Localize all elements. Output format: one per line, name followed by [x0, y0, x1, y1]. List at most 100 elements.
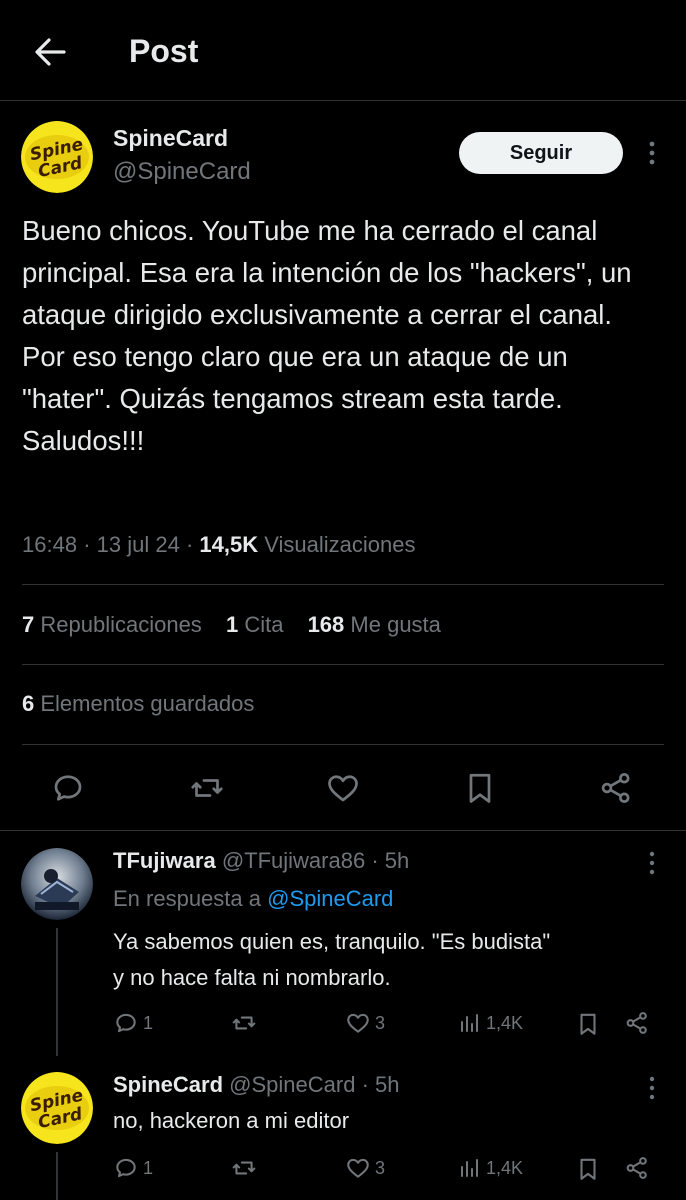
likes-count: 168 [307, 612, 345, 637]
reply-text-line: no, hackeron a mi editor [113, 1108, 350, 1133]
more-vertical-icon [649, 141, 655, 165]
reply-text: Ya sabemos quien es, tranquilo. "Es budi… [113, 924, 673, 996]
like-count: 3 [375, 1012, 386, 1033]
page-title: Post [129, 33, 199, 69]
likes-label: Me gusta [350, 612, 441, 637]
post-time[interactable]: 16:48 [22, 532, 77, 557]
divider [0, 830, 686, 831]
bookmarks-count: 6 [22, 691, 35, 716]
bookmarks-link[interactable]: 6 Elementos guardados [22, 691, 254, 716]
reply-bookmark-button[interactable] [575, 1155, 601, 1183]
arrow-left-icon [35, 38, 66, 66]
reply-bubble-icon [54, 775, 82, 801]
thread-line [56, 1152, 58, 1200]
reply-repost-button[interactable] [230, 1010, 258, 1036]
reply-share-button[interactable] [624, 1010, 650, 1036]
like-button[interactable] [323, 768, 363, 808]
reply-header: TFujiwara @TFujiwara86 · 5h [113, 848, 409, 874]
repost-icon [232, 1016, 256, 1030]
bar-chart-icon [461, 1014, 478, 1032]
reply-author-name[interactable]: TFujiwara [113, 848, 216, 873]
reposts-count: 7 [22, 612, 35, 637]
reply-count: 1 [143, 1012, 154, 1033]
reply-more-options-button[interactable] [640, 1073, 664, 1103]
bookmark-icon [580, 1013, 596, 1035]
bookmark-button[interactable] [460, 768, 500, 808]
reply-author-handle[interactable]: @TFujiwara86 [222, 848, 365, 873]
more-options-button[interactable] [640, 138, 664, 168]
reply-reply-button[interactable]: 1 [113, 1155, 153, 1181]
meta-separator: · [371, 848, 379, 873]
replying-mention-link[interactable]: @SpineCard [267, 886, 393, 911]
replying-to: En respuesta a @SpineCard [113, 886, 393, 912]
bookmark-stats: 6 Elementos guardados [22, 691, 272, 717]
heart-icon [347, 1158, 369, 1178]
author-handle[interactable]: @SpineCard [113, 158, 251, 186]
reply-more-options-button[interactable] [640, 848, 664, 878]
heart-icon [328, 775, 358, 802]
spinecard-logo: Spine Card [21, 121, 93, 193]
divider [22, 664, 664, 665]
share-icon [626, 1012, 647, 1034]
repost-icon [191, 779, 223, 797]
more-vertical-icon [649, 1076, 655, 1100]
divider [22, 584, 664, 585]
reply-repost-button[interactable] [230, 1155, 258, 1181]
reposts-label: Republicaciones [40, 612, 202, 637]
engagement-stats: 7 Republicaciones 1 Cita 168 Me gusta [22, 612, 459, 638]
view-count: 1,4K [486, 1157, 524, 1178]
reply-like-button[interactable]: 3 [345, 1155, 385, 1181]
bar-chart-icon [461, 1159, 478, 1177]
reply-like-button[interactable]: 3 [345, 1010, 385, 1036]
reposts-link[interactable]: 7 Republicaciones [22, 612, 202, 637]
view-count: 1,4K [486, 1012, 524, 1033]
tfujiwara-avatar-image [21, 848, 93, 920]
likes-link[interactable]: 168 Me gusta [308, 612, 441, 637]
meta-separator: · [83, 532, 97, 557]
heart-icon [347, 1013, 369, 1033]
reply-views-button[interactable]: 1,4K [458, 1010, 523, 1036]
thread-line [56, 928, 58, 1056]
bookmark-icon [469, 773, 491, 803]
meta-separator: · [361, 1072, 369, 1097]
quotes-link[interactable]: 1 Cita [226, 612, 284, 637]
bookmark-icon [580, 1158, 596, 1180]
more-vertical-icon [649, 851, 655, 875]
back-button[interactable] [30, 32, 70, 72]
divider [22, 744, 664, 745]
bookmarks-label: Elementos guardados [40, 691, 255, 716]
reply-time[interactable]: 5h [385, 848, 409, 873]
reply-text-line: y no hace falta ni nombrarlo. [113, 965, 391, 990]
reply-text: no, hackeron a mi editor [113, 1103, 673, 1139]
follow-button[interactable]: Seguir [459, 132, 623, 174]
repost-icon [232, 1161, 256, 1175]
views-label: Visualizaciones [264, 532, 416, 557]
post-text: Bueno chicos. YouTube me ha cerrado el c… [22, 215, 632, 456]
avatar[interactable]: Spine Card [21, 1072, 93, 1144]
reply-author-name[interactable]: SpineCard [113, 1072, 223, 1097]
share-icon [626, 1157, 647, 1179]
reply-share-button[interactable] [624, 1155, 650, 1181]
like-count: 3 [375, 1157, 386, 1178]
reply-author-handle[interactable]: @SpineCard [229, 1072, 355, 1097]
post-date[interactable]: 13 jul 24 [97, 532, 180, 557]
share-icon [601, 773, 630, 803]
author-name[interactable]: SpineCard [113, 125, 228, 152]
quotes-label: Cita [244, 612, 284, 637]
meta-separator: · [185, 532, 200, 557]
avatar[interactable]: Spine Card [21, 121, 93, 193]
replying-prefix: En respuesta a [113, 886, 261, 911]
reply-time[interactable]: 5h [375, 1072, 399, 1097]
reply-text-line: Ya sabemos quien es, tranquilo. "Es budi… [113, 929, 551, 954]
spinecard-logo: Spine Card [21, 1072, 93, 1144]
reply-bookmark-button[interactable] [575, 1010, 601, 1038]
share-button[interactable] [596, 768, 636, 808]
views-count: 14,5K [199, 532, 259, 557]
reply-button[interactable] [48, 768, 88, 808]
top-bar: Post [0, 0, 686, 101]
avatar[interactable] [21, 848, 93, 920]
reply-reply-button[interactable]: 1 [113, 1010, 153, 1036]
reply-count: 1 [143, 1157, 154, 1178]
reply-views-button[interactable]: 1,4K [458, 1155, 523, 1181]
repost-button[interactable] [187, 768, 227, 808]
